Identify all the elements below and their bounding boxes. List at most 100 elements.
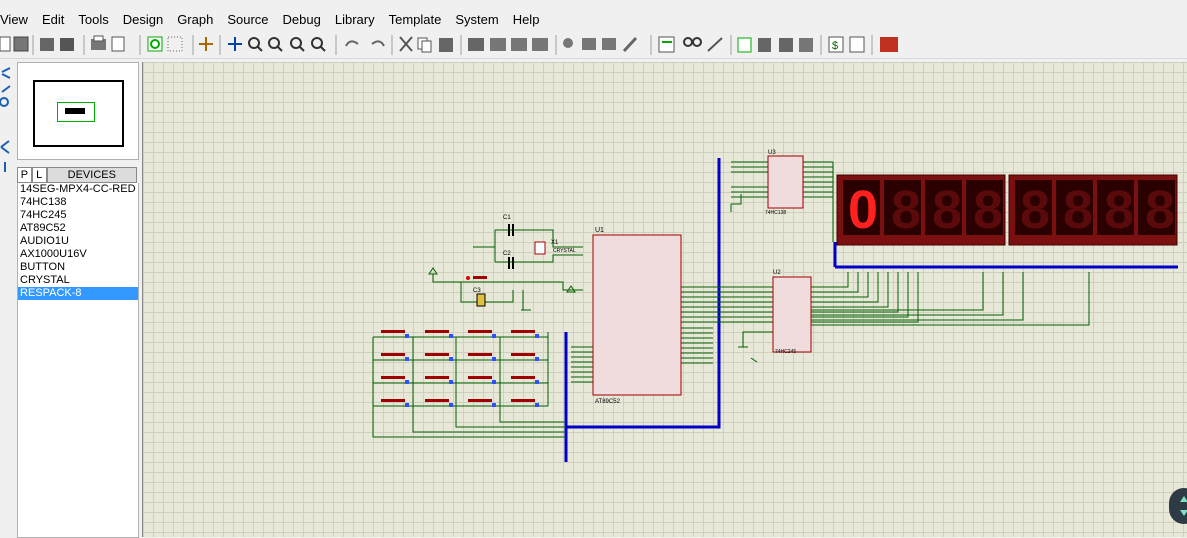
block-move-icon[interactable] (490, 38, 506, 51)
keypad-buttons[interactable] (381, 330, 539, 407)
list-item[interactable]: CRYSTAL (18, 274, 138, 287)
menu-tools[interactable]: Tools (71, 12, 115, 27)
mirror-icon[interactable] (0, 97, 9, 107)
open-icon[interactable] (13, 36, 29, 52)
navigation-scroll-button[interactable] (1169, 488, 1187, 524)
overview-sheet-border (33, 80, 124, 147)
refresh-icon[interactable] (147, 36, 163, 52)
capacitor-c2[interactable]: C2 (503, 251, 514, 269)
flip-horizontal-icon[interactable] (0, 140, 10, 154)
list-item[interactable]: 74HC138 (18, 196, 138, 209)
pan-icon[interactable] (228, 37, 242, 51)
import-icon[interactable] (40, 38, 54, 51)
new-sheet-icon[interactable] (737, 37, 752, 53)
zoom-all-icon[interactable] (290, 37, 305, 52)
menu-template[interactable]: Template (382, 12, 449, 27)
reset-button[interactable] (466, 276, 487, 280)
library-manager-button[interactable]: L (31, 167, 47, 183)
svg-text:8: 8 (891, 180, 921, 240)
list-item-selected[interactable]: RESPACK-8 (18, 287, 138, 300)
ares-netlist-icon[interactable] (880, 37, 898, 52)
new-icon[interactable] (0, 36, 11, 52)
menu-system[interactable]: System (448, 12, 505, 27)
rotate-icon[interactable] (1, 67, 11, 79)
page-icon[interactable] (111, 36, 125, 52)
redo-icon[interactable] (371, 40, 385, 47)
menu-edit[interactable]: Edit (35, 12, 71, 27)
seven-segment-display-right[interactable]: 8 8 8 8 (1008, 174, 1178, 246)
copy-icon[interactable] (417, 37, 432, 53)
wire-autorouter-icon[interactable] (658, 36, 675, 53)
svg-text:8: 8 (973, 180, 1003, 240)
svg-text:74HC245: 74HC245 (775, 349, 796, 355)
undo-icon[interactable] (345, 40, 359, 47)
pick-device-icon[interactable] (563, 38, 573, 48)
chip-u3[interactable]: U3 74HC138 (765, 150, 804, 216)
decompose-icon[interactable] (622, 36, 638, 53)
schematic-drawing: X1 CRYSTAL C1 C2 C3 U1 AT89C52 U3 74HC13… (372, 150, 1178, 462)
toolbar-icons: $ (0, 35, 898, 55)
paste-icon[interactable] (439, 38, 453, 52)
svg-text:X1: X1 (551, 240, 559, 246)
list-item[interactable]: AX1000U16V (18, 248, 138, 261)
device-selector-header: P L DEVICES (17, 167, 138, 183)
zoom-out-icon[interactable] (268, 37, 283, 52)
display-digit: 0 (848, 180, 878, 240)
zoom-area-icon[interactable] (311, 37, 326, 52)
goto-sheet-icon[interactable] (799, 38, 813, 52)
zoom-in-icon[interactable] (248, 37, 263, 52)
cut-icon[interactable] (399, 36, 413, 52)
search-tag-icon[interactable] (683, 37, 702, 47)
svg-text:AT89C52: AT89C52 (595, 399, 621, 405)
pick-from-library-button[interactable]: P (17, 167, 32, 183)
exit-sheet-icon[interactable] (779, 38, 793, 52)
toolbar: $ (0, 32, 1187, 59)
menu-library[interactable]: Library (328, 12, 382, 27)
menu-design[interactable]: Design (116, 12, 170, 27)
chip-u2[interactable]: U2 74HC245 (772, 270, 812, 355)
block-copy-icon[interactable] (468, 38, 484, 51)
block-delete-icon[interactable] (532, 38, 548, 51)
list-item[interactable]: AT89C52 (18, 222, 138, 235)
svg-text:74HC138: 74HC138 (765, 210, 786, 216)
remove-sheet-icon[interactable] (758, 38, 771, 52)
overview-circuit-thumbnail (65, 108, 85, 114)
list-item[interactable]: 14SEG-MPX4-CC-RED (18, 183, 138, 196)
property-assign-icon[interactable] (707, 37, 723, 52)
grid-icon[interactable] (167, 36, 183, 52)
devices-header: DEVICES (46, 167, 138, 183)
print-icon[interactable] (91, 35, 106, 50)
menu-debug[interactable]: Debug (276, 12, 328, 27)
list-item[interactable]: AUDIO1U (18, 235, 138, 248)
svg-text:U2: U2 (773, 270, 781, 276)
menu-source[interactable]: Source (220, 12, 275, 27)
origin-icon[interactable] (199, 37, 213, 51)
capacitor-c3[interactable]: C3 (473, 288, 486, 307)
list-item[interactable]: 74HC245 (18, 209, 138, 222)
menu-help[interactable]: Help (506, 12, 547, 27)
left-mode-toolbar (0, 62, 14, 182)
svg-text:U3: U3 (768, 150, 776, 156)
bill-of-materials-icon[interactable]: $ (828, 36, 844, 53)
overview-window[interactable] (17, 62, 139, 160)
schematic-canvas[interactable]: X1 CRYSTAL C1 C2 C3 U1 AT89C52 U3 74HC13… (142, 62, 1187, 537)
svg-text:C2: C2 (503, 251, 511, 257)
svg-text:U1: U1 (595, 227, 604, 234)
list-item[interactable]: BUTTON (18, 261, 138, 274)
make-device-icon[interactable] (582, 38, 596, 50)
menu-bar: View Edit Tools Design Graph Source Debu… (0, 8, 1187, 30)
menu-graph[interactable]: Graph (170, 12, 220, 27)
export-icon[interactable] (60, 38, 74, 51)
device-list: 14SEG-MPX4-CC-RED 74HC138 74HC245 AT89C5… (17, 183, 139, 538)
svg-text:8: 8 (1145, 180, 1175, 240)
seven-segment-display-left[interactable]: 0 8 8 8 (836, 174, 1006, 246)
rotate-ccw-icon[interactable] (1, 85, 11, 93)
capacitor-c1[interactable]: C1 (503, 215, 514, 236)
svg-text:8: 8 (932, 180, 962, 240)
packaging-tool-icon[interactable] (602, 38, 616, 50)
svg-text:C1: C1 (503, 215, 511, 221)
menu-view[interactable]: View (0, 12, 35, 27)
block-rotate-icon[interactable] (511, 38, 527, 51)
electrical-rules-icon[interactable] (849, 36, 865, 53)
chip-u1[interactable]: U1 AT89C52 (592, 227, 682, 405)
